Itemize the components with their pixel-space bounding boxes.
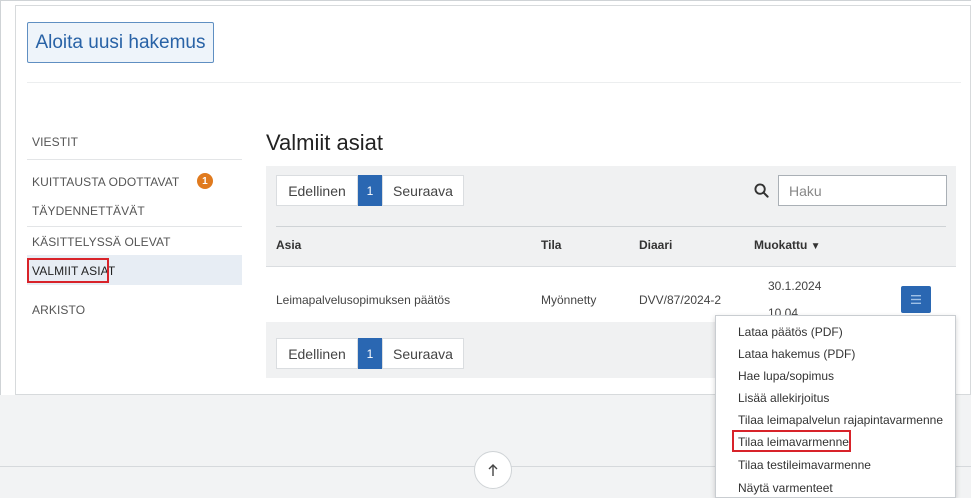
menu-item-order-test-certificate[interactable]: Tilaa testileimavarmenne xyxy=(738,458,871,472)
pagination-bottom: Edellinen 1 Seuraava xyxy=(276,338,464,369)
current-page-button[interactable]: 1 xyxy=(358,175,382,206)
cell-asia: Leimapalvelusopimuksen päätös xyxy=(276,293,451,307)
menu-item-download-decision[interactable]: Lataa päätös (PDF) xyxy=(738,325,843,339)
pagination-top: Edellinen 1 Seuraava xyxy=(276,175,464,206)
arrow-up-icon xyxy=(488,464,498,476)
top-divider xyxy=(27,82,961,83)
page-title: Valmiit asiat xyxy=(266,130,383,155)
row-actions-button[interactable] xyxy=(901,286,931,313)
column-header-asia[interactable]: Asia xyxy=(276,238,301,252)
sidebar-divider xyxy=(27,226,242,227)
menu-item-fetch-license[interactable]: Hae lupa/sopimus xyxy=(738,369,834,383)
count-badge: 1 xyxy=(197,173,213,189)
cell-date: 30.1.2024 xyxy=(768,279,822,293)
next-page-button[interactable]: Seuraava xyxy=(382,175,464,206)
sidebar-item-label: VIESTIT xyxy=(32,135,79,149)
highlight-box xyxy=(732,430,851,452)
column-header-tila[interactable]: Tila xyxy=(541,238,561,252)
menu-item-add-signature[interactable]: Lisää allekirjoitus xyxy=(738,391,829,405)
column-header-muokattu[interactable]: Muokattu ▼ xyxy=(754,238,821,252)
sidebar-item-label: TÄYDENNETTÄVÄT xyxy=(32,204,145,218)
cell-tila: Myönnetty xyxy=(541,293,597,307)
sidebar-item-label: KÄSITTELYSSÄ OLEVAT xyxy=(32,235,171,249)
sidebar-divider xyxy=(27,159,242,160)
next-page-button[interactable]: Seuraava xyxy=(382,338,464,369)
sidebar-item-label: KUITTAUSTA ODOTTAVAT xyxy=(32,175,180,189)
new-application-button[interactable]: Aloita uusi hakemus xyxy=(27,22,214,63)
sort-descending-icon: ▼ xyxy=(810,241,821,252)
current-page-button[interactable]: 1 xyxy=(358,338,382,369)
column-header-label: Muokattu xyxy=(754,238,808,252)
column-header-diaari[interactable]: Diaari xyxy=(639,238,672,252)
panel-divider xyxy=(276,226,946,227)
search-button[interactable] xyxy=(746,175,776,206)
sidebar-item-label: ARKISTO xyxy=(32,303,86,317)
search-input[interactable] xyxy=(778,175,947,206)
menu-item-download-application[interactable]: Lataa hakemus (PDF) xyxy=(738,347,855,361)
highlight-box xyxy=(27,258,109,283)
menu-item-order-api-certificate[interactable]: Tilaa leimapalvelun rajapintavarmenne xyxy=(738,413,943,427)
scroll-to-top-button[interactable] xyxy=(474,451,512,489)
menu-item-show-certificates[interactable]: Näytä varmenteet xyxy=(738,481,833,495)
previous-page-button[interactable]: Edellinen xyxy=(276,175,358,206)
cell-diaari: DVV/87/2024-2 xyxy=(639,293,722,307)
previous-page-button[interactable]: Edellinen xyxy=(276,338,358,369)
search-icon xyxy=(753,183,769,198)
hamburger-menu-icon xyxy=(911,295,921,304)
row-actions-menu: Lataa päätös (PDF) Lataa hakemus (PDF) H… xyxy=(715,315,956,498)
